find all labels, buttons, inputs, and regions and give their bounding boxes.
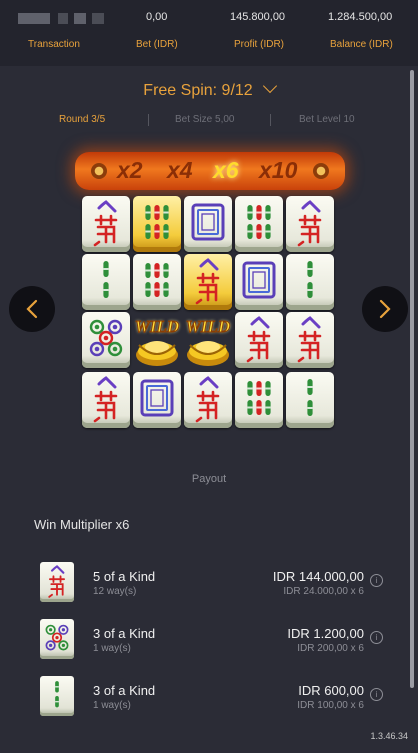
bet-value: 0,00 — [146, 11, 168, 23]
chevron-down-icon — [262, 78, 277, 94]
mahjong-tile — [235, 312, 283, 368]
bamboo-icon — [307, 379, 313, 416]
white-dragon-icon — [191, 203, 225, 241]
mahjong-tile — [286, 254, 334, 310]
transaction-id-masked — [18, 13, 104, 24]
mahjong-tile — [235, 254, 283, 310]
bamboo-tile-icon — [40, 676, 74, 716]
multiplier-x4: x4 — [167, 157, 193, 183]
payout-calculation: IDR 100,00 x 6 — [297, 700, 364, 711]
white-dragon-icon — [140, 379, 174, 417]
bamboo-six-icon — [247, 381, 271, 415]
transaction-label: Transaction — [28, 39, 80, 50]
round-label: Round 3/5 — [59, 114, 106, 125]
payout-heading: Payout — [191, 473, 227, 485]
mahjong-tile — [184, 372, 232, 428]
wan-character-icon — [246, 316, 271, 363]
multiplier-x6-active: x6 — [213, 157, 239, 183]
mahjong-tile — [82, 312, 130, 368]
golden-tile — [133, 196, 181, 252]
wan-character-icon — [48, 565, 66, 598]
profit-value: 145.800,00 — [230, 11, 286, 23]
payout-row: 3 of a Kind 1 way(s) IDR 1.200,00 IDR 20… — [0, 619, 418, 669]
bamboo-six-icon — [145, 205, 169, 239]
balance-label: Balance (IDR) — [330, 39, 393, 50]
multiplier-x2: x2 — [117, 157, 143, 183]
payout-amount: IDR 144.000,00 — [272, 569, 364, 584]
info-icon[interactable]: i — [370, 631, 383, 644]
wild-symbol: WILD — [184, 311, 232, 371]
multiplier-x10: x10 — [259, 157, 298, 183]
multiplier-bar: x2 x4 x6 x10 — [75, 152, 345, 190]
profit-label: Profit (IDR) — [234, 39, 284, 50]
mahjong-tile — [235, 196, 283, 252]
payout-calculation: IDR 24.000,00 x 6 — [283, 586, 364, 597]
chevron-left-icon — [26, 299, 38, 319]
wan-character-icon — [297, 316, 322, 363]
kind-label: 3 of a Kind — [93, 683, 156, 698]
wild-label: WILD — [134, 317, 180, 337]
mahjong-tile — [286, 196, 334, 252]
divider — [148, 114, 149, 126]
payout-row: 5 of a Kind 12 way(s) IDR 144.000,00 IDR… — [0, 562, 418, 612]
bamboo-icon — [307, 261, 313, 298]
ways-label: 1 way(s) — [93, 643, 131, 654]
payout-calculation: IDR 200,00 x 6 — [297, 643, 364, 654]
wild-symbol: WILD — [133, 311, 181, 371]
mahjong-tile — [133, 254, 181, 310]
mahjong-tile — [82, 196, 130, 252]
wild-label: WILD — [185, 317, 231, 337]
info-icon[interactable]: i — [370, 688, 383, 701]
wan-character-icon — [93, 200, 118, 247]
payout-row: 3 of a Kind 1 way(s) IDR 600,00 IDR 100,… — [0, 676, 418, 726]
mahjong-tile — [82, 254, 130, 310]
divider — [270, 114, 271, 126]
mahjong-tile — [82, 372, 130, 428]
mahjong-tile — [184, 196, 232, 252]
wan-character-icon — [195, 258, 220, 305]
bamboo-icon — [55, 681, 59, 708]
bamboo-six-icon — [145, 263, 169, 297]
payout-amount: IDR 600,00 — [298, 683, 364, 698]
free-spin-selector[interactable]: Free Spin: 9/12 — [0, 78, 418, 100]
five-dots-icon — [45, 624, 69, 651]
chevron-right-icon — [379, 299, 391, 319]
wan-character-icon — [93, 376, 118, 423]
history-header: Transaction 0,00 Bet (IDR) 145.800,00 Pr… — [0, 0, 418, 66]
dots-tile-icon — [40, 619, 74, 659]
white-dragon-icon — [242, 261, 276, 299]
payout-amount: IDR 1.200,00 — [287, 626, 364, 641]
next-spin-button[interactable] — [362, 286, 408, 332]
mahjong-tile — [133, 372, 181, 428]
balance-value: 1.284.500,00 — [328, 11, 393, 23]
ways-label: 1 way(s) — [93, 700, 131, 711]
golden-tile — [184, 254, 232, 310]
coin-icon — [313, 163, 329, 179]
ways-label: 12 way(s) — [93, 586, 137, 597]
coin-icon — [91, 163, 107, 179]
five-dots-icon — [89, 319, 123, 357]
free-spin-title: Free Spin: 9/12 — [143, 82, 253, 99]
mahjong-tile — [286, 372, 334, 428]
version-label: 1.3.46.34 — [370, 731, 408, 741]
bet-level-label: Bet Level 10 — [299, 114, 355, 125]
previous-spin-button[interactable] — [9, 286, 55, 332]
wan-character-icon — [195, 376, 220, 423]
kind-label: 3 of a Kind — [93, 626, 156, 641]
bet-size-label: Bet Size 5,00 — [175, 114, 235, 125]
kind-label: 5 of a Kind — [93, 569, 156, 584]
bamboo-six-icon — [247, 205, 271, 239]
mahjong-tile — [235, 372, 283, 428]
bet-label: Bet (IDR) — [136, 39, 178, 50]
wan-tile-icon — [40, 562, 74, 602]
scrollbar[interactable] — [410, 70, 414, 688]
win-multiplier-label: Win Multiplier x6 — [34, 517, 130, 532]
bamboo-icon — [103, 261, 109, 298]
wan-character-icon — [297, 200, 322, 247]
info-icon[interactable]: i — [370, 574, 383, 587]
mahjong-tile — [286, 312, 334, 368]
